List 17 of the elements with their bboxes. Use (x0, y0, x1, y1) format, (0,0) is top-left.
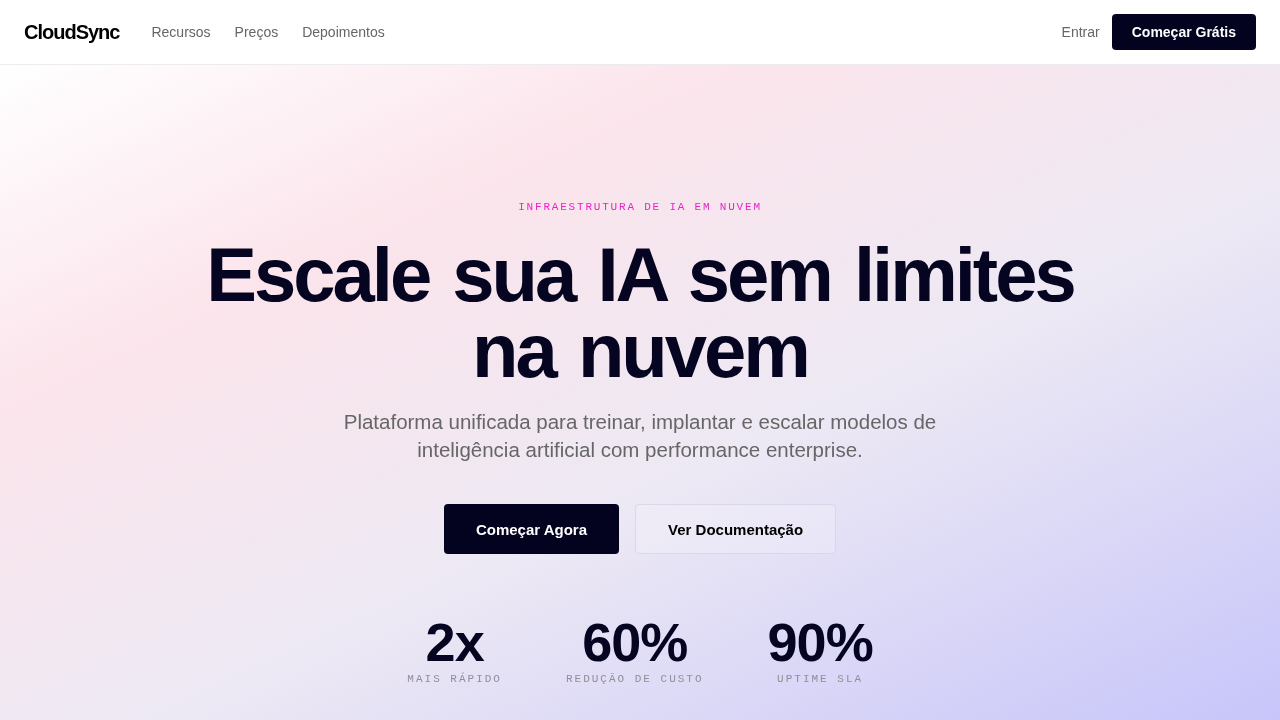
stat-label: MAIS RÁPIDO (407, 672, 502, 686)
nav-link[interactable]: Preços (234, 24, 279, 40)
eyebrow-text: INFRAESTRUTURA DE IA EM NUVEM (518, 200, 762, 215)
stat-label: REDUÇÃO DE CUSTO (565, 672, 704, 686)
login-link[interactable]: Entrar (1061, 24, 1100, 40)
nav-link[interactable]: Depoimentos (302, 24, 385, 40)
start-button[interactable]: Começar Agora (443, 504, 620, 554)
stat-value: 90% (767, 614, 873, 670)
headline: Escale sua IA sem limites na nuvem (205, 237, 1075, 389)
signup-button[interactable]: Começar Grátis (1111, 14, 1256, 50)
stat-value: 60% (582, 614, 688, 670)
stat-label: UPTIME SLA (777, 672, 864, 686)
stat-value: 2x (425, 614, 484, 670)
logo[interactable]: CloudSync (24, 20, 120, 44)
docs-button[interactable]: Ver Documentação (635, 504, 837, 554)
nav-link[interactable]: Recursos (151, 24, 211, 40)
subtitle-text: Plataforma unificada para treinar, implantar e escalar modelos de inteligência artificial com performance enterprise. (342, 409, 938, 463)
